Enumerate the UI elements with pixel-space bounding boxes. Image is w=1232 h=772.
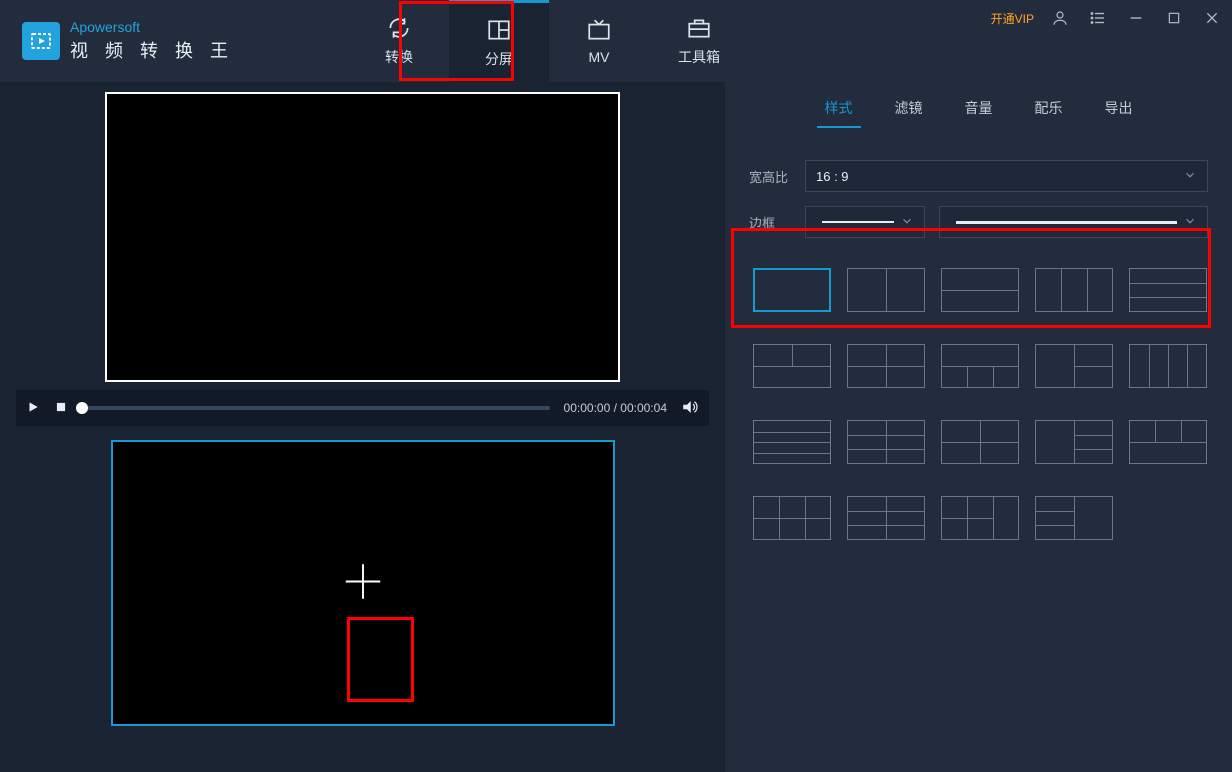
main-nav: 转换 分屏 MV 工具箱 (349, 0, 749, 82)
subtab-style[interactable]: 样式 (821, 90, 857, 128)
layout-grid (725, 258, 1232, 540)
menu-list-icon[interactable] (1086, 6, 1110, 30)
tv-icon (586, 17, 612, 43)
close-button[interactable] (1200, 6, 1224, 30)
layout-option-6[interactable] (753, 344, 831, 388)
stop-button[interactable] (54, 400, 68, 417)
media-drop-area[interactable] (111, 440, 615, 726)
refresh-icon (386, 15, 412, 41)
titlebar: Apowersoft 视 频 转 换 王 转换 分屏 MV 工具箱 开通VIP (0, 0, 1232, 82)
player-controls: 00:00:00 / 00:00:04 (16, 390, 709, 426)
layout-option-17[interactable] (847, 496, 925, 540)
layout-option-5[interactable] (1129, 268, 1207, 312)
border-width-dropdown[interactable] (805, 206, 925, 238)
play-button[interactable] (26, 400, 40, 417)
layout-option-13[interactable] (941, 420, 1019, 464)
layout-option-12[interactable] (847, 420, 925, 464)
subtab-filter[interactable]: 滤镜 (891, 90, 927, 128)
chevron-down-icon (1183, 214, 1197, 231)
brand-name: Apowersoft (70, 19, 234, 35)
layout-option-2[interactable] (847, 268, 925, 312)
volume-icon[interactable] (681, 398, 699, 419)
app-logo-icon (22, 22, 60, 60)
add-media-icon[interactable] (340, 559, 386, 608)
subtab-export[interactable]: 导出 (1101, 90, 1137, 128)
window-controls: 开通VIP (991, 6, 1224, 30)
progress-thumb[interactable] (76, 402, 88, 414)
layout-option-3[interactable] (941, 268, 1019, 312)
left-panel: 00:00:00 / 00:00:04 (0, 82, 725, 772)
layout-option-8[interactable] (941, 344, 1019, 388)
layout-option-16[interactable] (753, 496, 831, 540)
vip-link[interactable]: 开通VIP (991, 10, 1034, 27)
toolbox-icon (686, 15, 712, 41)
layout-option-19[interactable] (1035, 496, 1113, 540)
chevron-down-icon (1183, 168, 1197, 185)
border-color-preview (956, 221, 1177, 224)
layout-option-1[interactable] (753, 268, 831, 312)
subtabs: 样式 滤镜 音量 配乐 导出 (725, 90, 1232, 128)
preview-panel (105, 92, 620, 382)
maximize-button[interactable] (1162, 6, 1186, 30)
split-screen-icon (486, 17, 512, 43)
nav-mv[interactable]: MV (549, 0, 649, 82)
logo-block: Apowersoft 视 频 转 换 王 (0, 19, 234, 63)
border-width-preview (822, 221, 894, 223)
aspect-ratio-label: 宽高比 (749, 167, 791, 186)
chevron-down-icon (900, 214, 914, 231)
layout-option-14[interactable] (1035, 420, 1113, 464)
border-color-dropdown[interactable] (939, 206, 1208, 238)
user-icon[interactable] (1048, 6, 1072, 30)
border-label: 边框 (749, 213, 791, 232)
subtab-music[interactable]: 配乐 (1031, 90, 1067, 128)
layout-option-18[interactable] (941, 496, 1019, 540)
aspect-ratio-dropdown[interactable]: 16 : 9 (805, 160, 1208, 192)
app-title: 视 频 转 换 王 (70, 37, 234, 63)
layout-option-11[interactable] (753, 420, 831, 464)
layout-option-4[interactable] (1035, 268, 1113, 312)
progress-slider[interactable] (82, 406, 550, 410)
layout-option-15[interactable] (1129, 420, 1207, 464)
layout-option-7[interactable] (847, 344, 925, 388)
layout-option-10[interactable] (1129, 344, 1207, 388)
nav-convert[interactable]: 转换 (349, 0, 449, 82)
nav-split[interactable]: 分屏 (449, 0, 549, 82)
subtab-volume[interactable]: 音量 (961, 90, 997, 128)
minimize-button[interactable] (1124, 6, 1148, 30)
right-panel: 样式 滤镜 音量 配乐 导出 宽高比 16 : 9 边框 (725, 82, 1232, 772)
time-display: 00:00:00 / 00:00:04 (564, 401, 667, 415)
nav-toolbox[interactable]: 工具箱 (649, 0, 749, 82)
layout-option-9[interactable] (1035, 344, 1113, 388)
